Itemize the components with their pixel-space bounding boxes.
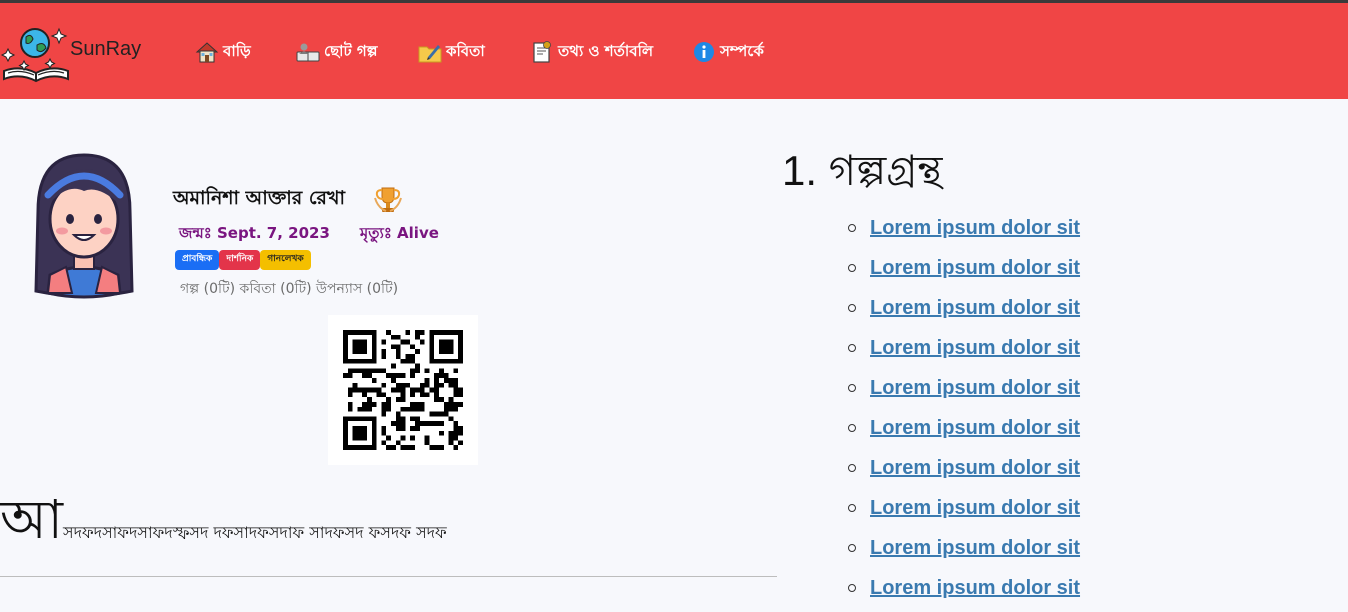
nav-item-label: সম্পর্কে	[720, 41, 764, 60]
bullet-icon	[848, 504, 856, 512]
avatar	[34, 153, 134, 299]
brand-link[interactable]: SunRay	[0, 15, 160, 87]
qr-code	[328, 315, 478, 465]
nav-item-label: তথ্য ও শর্তাবলি	[558, 41, 654, 60]
author-tags: প্রাবন্ধিক দার্শনিক গানলেখক	[175, 250, 311, 270]
nav-item-label: ছোট গল্প	[324, 41, 378, 60]
story-link[interactable]: Lorem ipsum dolor sit	[870, 417, 1080, 439]
nav-item-short-stories[interactable]: ছোট গল্প	[296, 38, 377, 66]
house-icon	[195, 40, 219, 64]
bullet-icon	[848, 544, 856, 552]
reading-book-icon	[296, 40, 320, 64]
list-item: Lorem ipsum dolor sit	[846, 492, 1080, 532]
story-link[interactable]: Lorem ipsum dolor sit	[870, 497, 1080, 519]
bullet-icon	[848, 384, 856, 392]
tag-badge: গানলেখক	[260, 250, 311, 270]
story-link[interactable]: Lorem ipsum dolor sit	[870, 337, 1080, 359]
nav-item-terms[interactable]: তথ্য ও শর্তাবলি	[530, 38, 653, 66]
bio-text: সদফদসাফদসাফদস্ফসদ দফসাদফসদাফ সাদফসদ ফসদফ…	[63, 523, 447, 542]
list-item: Lorem ipsum dolor sit	[846, 372, 1080, 412]
author-name: অমানিশা আক্তার রেখা	[173, 187, 345, 209]
story-link[interactable]: Lorem ipsum dolor sit	[870, 297, 1080, 319]
bullet-icon	[848, 464, 856, 472]
document-icon	[530, 40, 554, 64]
bullet-icon	[848, 304, 856, 312]
author-bio: আসদফদসাফদসাফদস্ফসদ দফসাদফসদাফ সাদফসদ ফসদ…	[0, 478, 447, 568]
list-item: Lorem ipsum dolor sit	[846, 252, 1080, 292]
bio-drop-cap: আ	[0, 488, 63, 551]
bullet-icon	[848, 584, 856, 592]
story-list: Lorem ipsum dolor sit Lorem ipsum dolor s…	[846, 212, 1080, 612]
list-item: Lorem ipsum dolor sit	[846, 572, 1080, 612]
info-icon	[692, 40, 716, 64]
story-link[interactable]: Lorem ipsum dolor sit	[870, 457, 1080, 479]
bullet-icon	[848, 424, 856, 432]
story-link[interactable]: Lorem ipsum dolor sit	[870, 537, 1080, 559]
story-link[interactable]: Lorem ipsum dolor sit	[870, 377, 1080, 399]
nav-item-about[interactable]: সম্পর্কে	[692, 38, 764, 66]
death-status: মৃত্যুঃ Alive	[359, 224, 439, 242]
tag-badge: দার্শনিক	[219, 250, 261, 270]
story-link[interactable]: Lorem ipsum dolor sit	[870, 577, 1080, 599]
nav-item-label: বাড়ি	[223, 41, 251, 60]
list-item: Lorem ipsum dolor sit	[846, 292, 1080, 332]
work-counts: গল্প (0টি) কবিতা (0টি) উপন্যাস (0টি)	[180, 281, 399, 297]
story-link[interactable]: Lorem ipsum dolor sit	[870, 257, 1080, 279]
divider	[0, 576, 777, 577]
brand-name: SunRay	[70, 38, 142, 60]
top-navbar: SunRay বাড়ি ছোট গল্প কবিতা তথ্য ও শর্তা…	[0, 3, 1348, 99]
author-dates: জন্মঃ Sept. 7, 2023 মৃত্যুঃ Alive	[179, 222, 439, 247]
globe-book-icon	[0, 27, 69, 83]
bullet-icon	[848, 264, 856, 272]
story-link[interactable]: Lorem ipsum dolor sit	[870, 217, 1080, 239]
nav-item-label: কবিতা	[446, 41, 485, 60]
list-item: Lorem ipsum dolor sit	[846, 412, 1080, 452]
bullet-icon	[848, 224, 856, 232]
tag-badge: প্রাবন্ধিক	[175, 250, 220, 270]
nav-item-poems[interactable]: কবিতা	[418, 38, 485, 66]
list-item: Lorem ipsum dolor sit	[846, 452, 1080, 492]
trophy-icon	[374, 187, 402, 212]
list-item: Lorem ipsum dolor sit	[846, 532, 1080, 572]
nav-item-home[interactable]: বাড়ি	[195, 38, 251, 66]
list-item: Lorem ipsum dolor sit	[846, 212, 1080, 252]
birth-date: জন্মঃ Sept. 7, 2023	[179, 224, 330, 242]
bullet-icon	[848, 344, 856, 352]
list-item: Lorem ipsum dolor sit	[846, 332, 1080, 372]
section-title: 1. গল্পগ্রন্থ	[782, 147, 943, 194]
folder-pen-icon	[418, 40, 442, 64]
